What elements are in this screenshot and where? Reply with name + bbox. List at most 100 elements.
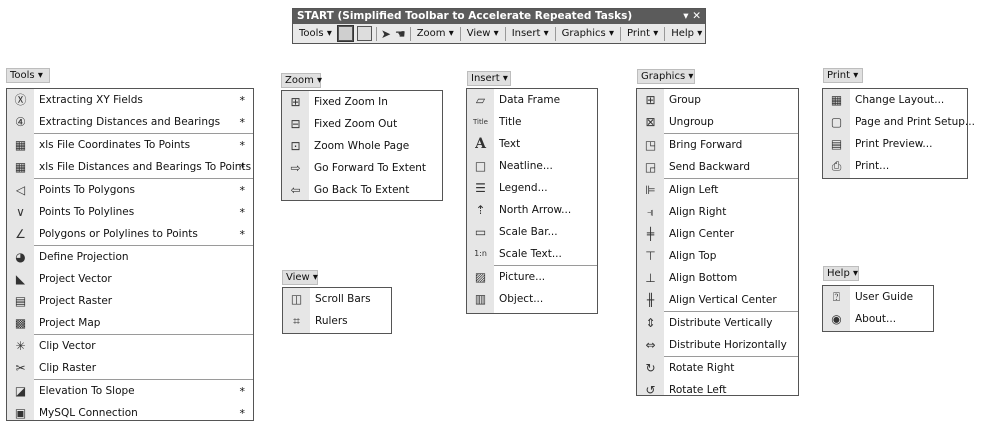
menu-item-xls-distances[interactable]: ▦ xls File Distances and Bearings To Poin… [7,156,253,178]
menu-item-page-print-setup[interactable]: ▢ Page and Print Setup... [823,111,975,133]
menu-item-object[interactable]: ▥ Object... [467,288,597,310]
select-elements-icon[interactable] [336,25,354,42]
view-menu-header[interactable]: View ▾ [282,270,318,285]
align-top-icon: ⊤ [645,249,656,263]
toolbar-zoom-button[interactable]: Zoom ▾ [415,28,456,39]
scale-text-icon: 1:n [474,249,487,258]
menu-item-align-left[interactable]: ⊫ Align Left [637,179,798,201]
clip-raster-icon: ✂ [15,361,26,375]
menu-item-go-back-extent[interactable]: ⇦ Go Back To Extent [282,179,442,201]
menu-item-distribute-vertically[interactable]: ⇕ Distribute Vertically [637,312,798,334]
map-icon: ▩ [14,316,27,330]
menu-item-label: Scroll Bars [315,293,371,305]
favorite-marker: * [239,407,246,420]
rulers-icon: ⌗ [293,314,300,328]
toolbar-titlebar[interactable]: START (Simplified Toolbar to Accelerate … [293,9,705,24]
menu-item-zoom-whole-page[interactable]: ⊡ Zoom Whole Page [282,135,442,157]
menu-item-extract-xy[interactable]: Ⓧ Extracting XY Fields * [7,89,253,111]
menu-item-polygons-to-points[interactable]: ∠ Polygons or Polylines to Points * [7,223,253,245]
start-toolbar: START (Simplified Toolbar to Accelerate … [292,8,706,44]
menu-item-label: Points To Polylines [39,206,135,218]
print-menu-header[interactable]: Print ▾ [823,68,863,83]
menu-item-bring-forward[interactable]: ◳ Bring Forward [637,134,798,156]
menu-item-scroll-bars[interactable]: ◫ Scroll Bars [283,288,391,310]
graphics-menu-header-label: Graphics [641,71,686,82]
toolbar-window-controls[interactable]: ▾ ✕ [683,9,701,24]
menu-item-points-to-polylines[interactable]: ∨ Points To Polylines * [7,201,253,223]
menu-item-align-vertical-center[interactable]: ╫ Align Vertical Center [637,289,798,311]
menu-item-label: Project Vector [39,273,112,285]
menu-item-label: Neatline... [499,160,553,172]
menu-item-change-layout[interactable]: ▦ Change Layout... [823,89,967,111]
menu-item-label: Go Back To Extent [314,184,410,196]
menu-item-about[interactable]: ◉ About... [823,308,933,330]
toolbar-separator [504,26,506,41]
menu-item-text[interactable]: A Text [467,133,597,155]
menu-item-points-to-polygons[interactable]: ◁ Points To Polygons * [7,179,253,201]
menu-item-extract-distances[interactable]: ④ Extracting Distances and Bearings * [7,111,253,133]
menu-item-rulers[interactable]: ⌗ Rulers [283,310,391,332]
menu-item-clip-raster[interactable]: ✂ Clip Raster [7,357,253,379]
menu-item-align-bottom[interactable]: ⊥ Align Bottom [637,267,798,289]
zoom-menu-header[interactable]: Zoom ▾ [281,73,322,88]
menu-item-data-frame[interactable]: ▱ Data Frame [467,89,597,111]
menu-item-print-preview[interactable]: ▤ Print Preview... [823,133,967,155]
menu-item-project-vector[interactable]: ◣ Project Vector [7,268,253,290]
menu-item-user-guide[interactable]: ⍰ User Guide [823,286,933,308]
menu-item-send-backward[interactable]: ◲ Send Backward [637,156,798,178]
menu-item-go-forward-extent[interactable]: ⇨ Go Forward To Extent [282,157,442,179]
north-arrow-icon: ⇡ [475,203,486,217]
menu-item-fixed-zoom-out[interactable]: ⊟ Fixed Zoom Out [282,113,442,135]
menu-item-neatline[interactable]: □ Neatline... [467,155,597,177]
scale-bar-icon: ▭ [474,225,487,239]
text-icon: A [475,136,486,152]
graphics-menu-header[interactable]: Graphics ▾ [637,69,695,84]
menu-item-north-arrow[interactable]: ⇡ North Arrow... [467,199,597,221]
toolbar-view-button[interactable]: View ▾ [465,28,501,39]
tools-menu-header[interactable]: Tools ▾ [6,68,50,83]
menu-item-ungroup[interactable]: ⊠ Ungroup [637,111,798,133]
menu-item-elevation-to-slope[interactable]: ◪ Elevation To Slope * [7,380,253,402]
menu-item-label: Clip Raster [39,362,97,374]
toolbar-graphics-button[interactable]: Graphics ▾ [560,28,616,39]
menu-item-label: Send Backward [669,161,751,173]
menu-item-align-right[interactable]: ⫣ Align Right [637,201,798,223]
pan-hand-icon[interactable]: ☚ [395,28,406,40]
menu-item-distribute-horizontally[interactable]: ⇔ Distribute Horizontally [637,334,798,356]
menu-item-rotate-right[interactable]: ↻ Rotate Right [637,357,798,379]
menu-item-project-map[interactable]: ▩ Project Map [7,312,253,334]
menu-item-align-top[interactable]: ⊤ Align Top [637,245,798,267]
menu-item-label: Extracting Distances and Bearings [39,116,221,128]
toolbar-tools-button[interactable]: Tools ▾ [297,28,334,39]
menu-item-align-center[interactable]: ╪ Align Center [637,223,798,245]
menu-item-scale-text[interactable]: 1:n Scale Text... [467,243,597,265]
layout-view-icon[interactable] [356,26,372,41]
globe-icon: ◕ [15,250,26,264]
menu-item-clip-vector[interactable]: ✳ Clip Vector [7,335,253,357]
menu-item-rotate-left[interactable]: ↺ Rotate Left [637,379,798,401]
toolbar-insert-label: Insert [511,28,541,39]
menu-item-picture[interactable]: ▨ Picture... [467,266,597,288]
menu-item-project-raster[interactable]: ▤ Project Raster [7,290,253,312]
menu-item-label: Align Left [669,184,719,196]
menu-item-label: Legend... [499,182,548,194]
menu-item-scale-bar[interactable]: ▭ Scale Bar... [467,221,597,243]
menu-item-label: MySQL Connection [39,407,138,419]
toolbar-print-button[interactable]: Print ▾ [625,28,660,39]
help-menu-header[interactable]: Help ▾ [823,266,859,281]
tools-menu: Ⓧ Extracting XY Fields * ④ Extracting Dista… [6,88,254,421]
insert-menu-header[interactable]: Insert ▾ [467,71,511,86]
menu-item-legend[interactable]: ☰ Legend... [467,177,597,199]
menu-item-define-projection[interactable]: ◕ Define Projection [7,246,253,268]
menu-item-title[interactable]: Title Title [467,111,597,133]
toolbar-insert-button[interactable]: Insert ▾ [510,28,551,39]
chevron-down-icon: ▾ [448,28,454,39]
legend-icon: ☰ [475,181,486,195]
toolbar-help-button[interactable]: Help ▾ [669,28,704,39]
menu-item-group[interactable]: ⊞ Group [637,89,798,111]
menu-item-fixed-zoom-in[interactable]: ⊞ Fixed Zoom In [282,91,442,113]
menu-item-xls-coords[interactable]: ▦ xls File Coordinates To Points * [7,134,253,156]
pointer-arrow-icon[interactable]: ➤ [381,28,391,40]
menu-item-print[interactable]: ⎙ Print... [823,155,967,177]
clip-vector-icon: ✳ [15,339,26,353]
